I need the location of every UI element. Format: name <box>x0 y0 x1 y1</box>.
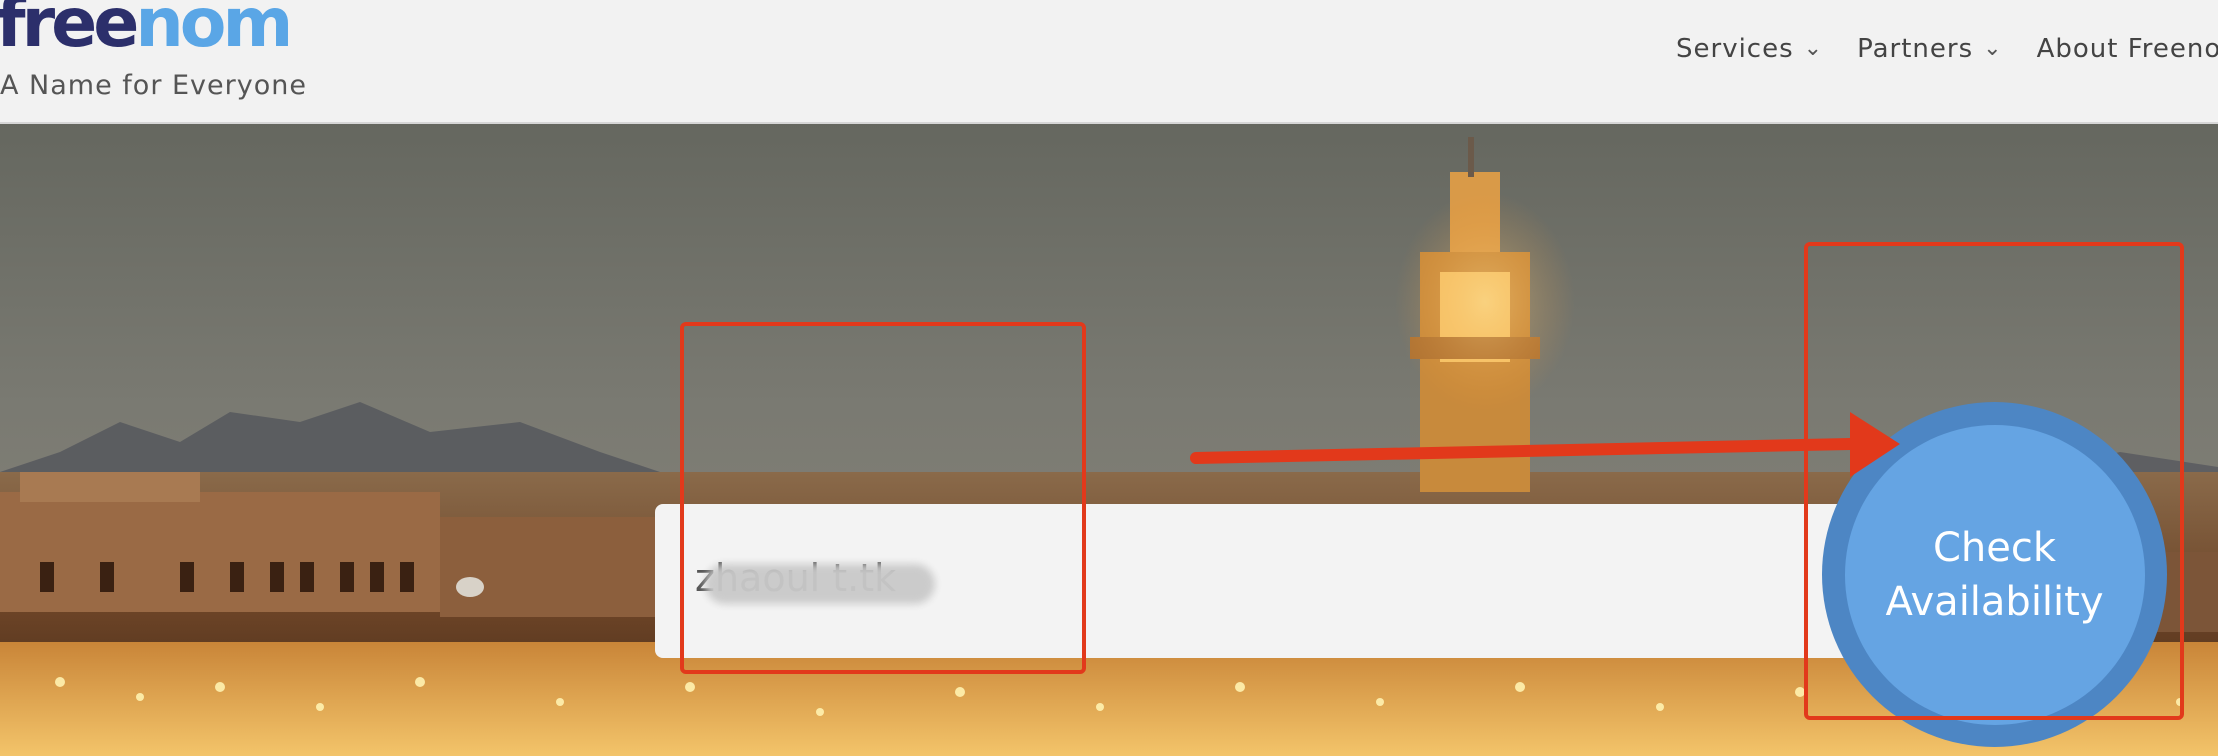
annotation-arrow <box>1190 412 1900 477</box>
chevron-down-icon: ⌄ <box>1803 36 1824 61</box>
logo-text-nom: nom <box>135 0 293 63</box>
nav-item-label: Services <box>1676 34 1794 64</box>
nav-item-about[interactable]: About Freenom <box>2037 34 2218 64</box>
main-nav: Services ⌄ Partners ⌄ About Freenom <box>1676 34 2218 64</box>
nav-item-label: About Freenom <box>2036 34 2218 64</box>
site-header: freenom A Name for Everyone Services ⌄ P… <box>0 0 2218 124</box>
nav-item-label: Partners <box>1857 34 1974 64</box>
logo-text-free: free <box>0 0 139 63</box>
freenom-logo[interactable]: freenom <box>0 0 293 58</box>
logo-tagline: A Name for Everyone <box>0 70 307 101</box>
nav-item-services[interactable]: Services ⌄ <box>1676 34 1823 64</box>
nav-item-partners[interactable]: Partners ⌄ <box>1857 34 2002 64</box>
hero-section: zhaoul t.tk Check Availability <box>0 122 2218 756</box>
chevron-down-icon: ⌄ <box>1983 36 2003 61</box>
